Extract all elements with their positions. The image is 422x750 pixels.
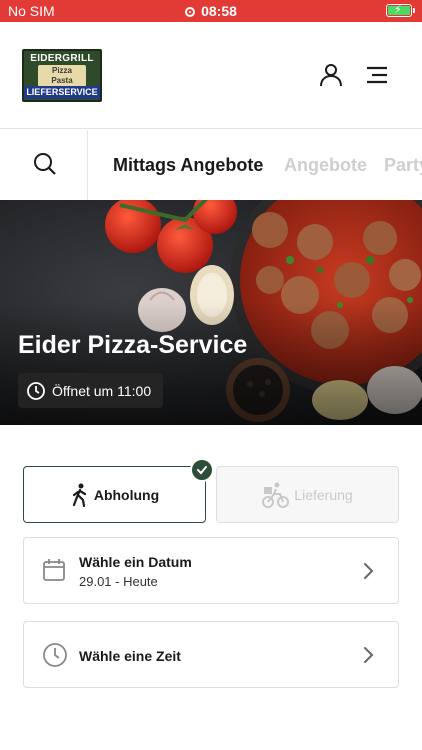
opening-hours-chip: Öffnet um 11:00 [18,373,164,408]
chevron-right-icon [364,647,374,663]
battery-icon: ⚡ [386,4,415,17]
clock-time: 08:58 [201,3,237,19]
battery-fill: ⚡ [388,4,410,16]
logo-line-2: Pasta [51,76,73,85]
hero-banner: Eider Pizza-Service Öffnet um 11:00 [0,200,422,425]
logo-bottom-text: LIEFERSERVICE [24,86,100,99]
pickup-button[interactable]: Abholung [23,466,206,523]
date-selector[interactable]: Wähle ein Datum 29.01 - Heute [23,537,399,604]
location-icon [185,7,196,17]
search-button[interactable] [0,130,88,200]
tab-party[interactable]: Party [384,155,422,176]
clock-icon [27,381,45,400]
restaurant-logo[interactable]: EIDERGRILL Pizza Pasta LIEFERSERVICE [22,49,102,102]
logo-line-1: Pizza [51,66,72,75]
search-icon [34,153,56,175]
menu-icon[interactable] [364,62,390,88]
time-selector-label: Wähle eine Zeit [79,648,181,664]
clock-icon [43,643,67,667]
tab-mittags-angebote[interactable]: Mittags Angebote [113,155,263,176]
category-bar: Mittags Angebote Angebote Party [0,130,422,200]
restaurant-name: Eider Pizza-Service [18,331,248,359]
delivery-button[interactable]: Lieferung [216,466,399,523]
chevron-right-icon [364,563,374,579]
bike-courier-icon [262,482,290,508]
logo-center: Pizza Pasta [38,65,86,87]
time-selector[interactable]: Wähle eine Zeit [23,621,399,688]
status-bar: No SIM 08:58 ⚡ [0,0,422,22]
date-selector-value: 29.01 - Heute [79,574,158,589]
delivery-label: Lieferung [294,486,353,503]
calendar-icon [43,559,65,581]
date-selector-label: Wähle ein Datum [79,554,192,570]
app-header: EIDERGRILL Pizza Pasta LIEFERSERVICE [0,22,422,129]
tab-angebote[interactable]: Angebote [284,155,367,176]
selected-check-icon [190,458,214,482]
walking-icon [72,483,86,507]
pickup-label: Abholung [93,486,160,503]
charging-icon: ⚡ [394,4,402,16]
clock: 08:58 [0,3,422,19]
logo-top-text: EIDERGRILL [30,53,94,64]
user-icon[interactable] [318,62,344,88]
opening-hours-text: Öffnet um 11:00 [52,382,152,399]
